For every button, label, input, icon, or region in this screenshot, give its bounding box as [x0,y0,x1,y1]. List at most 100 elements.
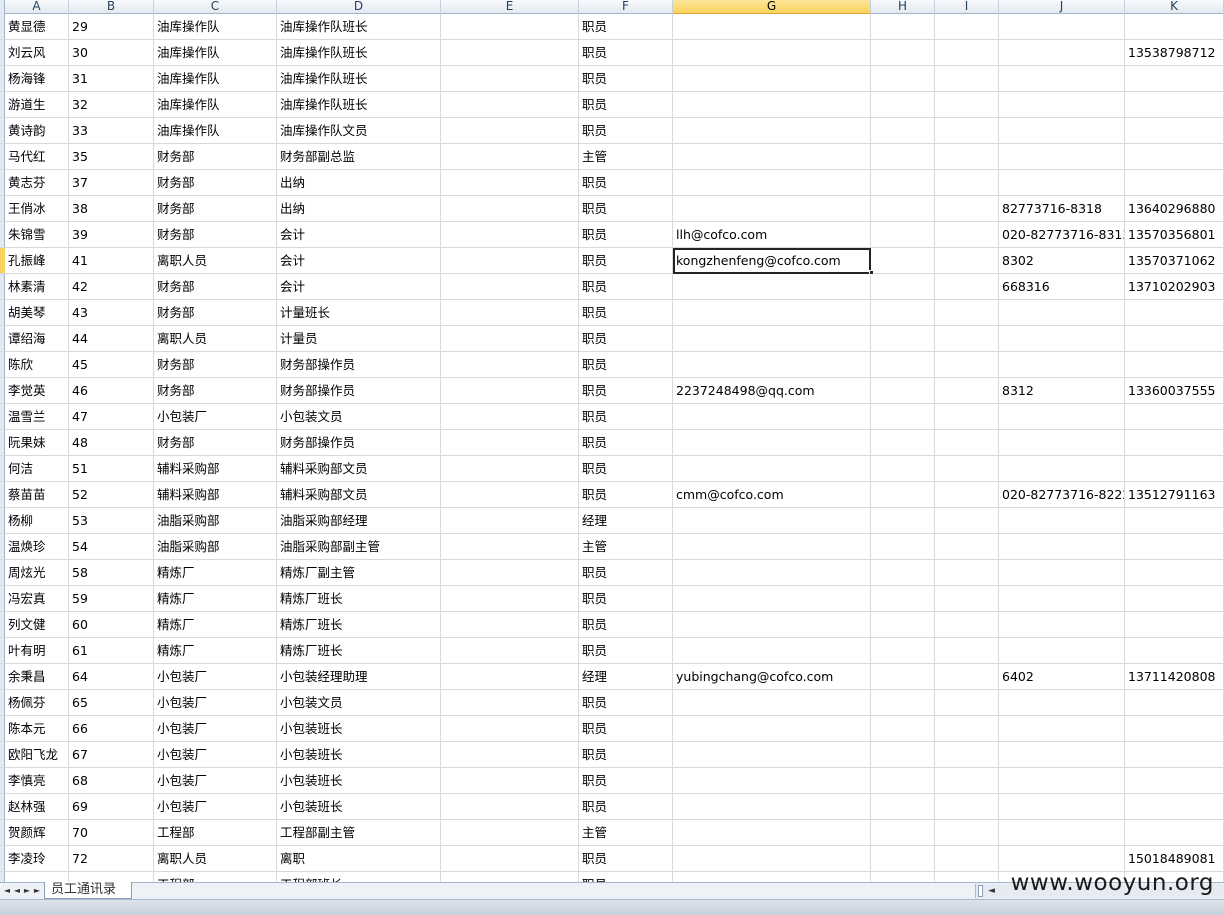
cell-a[interactable]: 杨海锋 [5,66,69,92]
cell-e[interactable] [441,352,579,378]
cell-k[interactable] [1125,326,1224,352]
cell-h[interactable] [871,586,935,612]
cell-h[interactable] [871,690,935,716]
cell-h[interactable] [871,118,935,144]
cell-b[interactable]: 67 [69,742,154,768]
cell-k[interactable] [1125,690,1224,716]
cell-g[interactable]: yubingchang@cofco.com [673,664,871,690]
cell-k[interactable] [1125,170,1224,196]
cell-e[interactable] [441,404,579,430]
cell-b[interactable]: 54 [69,534,154,560]
cell-i[interactable] [935,820,999,846]
cell-i[interactable] [935,872,999,882]
cell-g[interactable] [673,742,871,768]
cell-i[interactable] [935,586,999,612]
cell-a[interactable]: 马代红 [5,144,69,170]
cell-k[interactable] [1125,456,1224,482]
cell-e[interactable] [441,196,579,222]
cell-g[interactable] [673,794,871,820]
cell-d[interactable]: 工程部班长 [277,872,441,882]
cell-k[interactable] [1125,352,1224,378]
cell-b[interactable]: 30 [69,40,154,66]
cell-j[interactable] [999,534,1125,560]
cell-j[interactable]: 668316 [999,274,1125,300]
cell-b[interactable]: 44 [69,326,154,352]
cell-f[interactable]: 职员 [579,326,673,352]
cell-a[interactable]: 贺颜辉 [5,820,69,846]
cell-i[interactable] [935,716,999,742]
cell-i[interactable] [935,300,999,326]
cell-h[interactable] [871,560,935,586]
cell-i[interactable] [935,430,999,456]
cell-b[interactable]: 29 [69,14,154,40]
cell-j[interactable]: 020-82773716-8313 [999,222,1125,248]
cell-a[interactable]: 欧阳飞龙 [5,742,69,768]
cell-d[interactable]: 精炼厂副主管 [277,560,441,586]
cell-a[interactable]: 林素清 [5,274,69,300]
cell-f[interactable]: 职员 [579,92,673,118]
cell-h[interactable] [871,716,935,742]
column-header-i[interactable]: I [935,0,999,14]
cell-j[interactable] [999,300,1125,326]
cell-k[interactable]: 15018489081 [1125,846,1224,872]
cell-k[interactable] [1125,14,1224,40]
cell-b[interactable]: 68 [69,768,154,794]
cell-h[interactable] [871,534,935,560]
cell-d[interactable]: 财务部副总监 [277,144,441,170]
cell-f[interactable]: 主管 [579,820,673,846]
cell-c[interactable]: 小包装厂 [154,716,277,742]
cell-c[interactable]: 小包装厂 [154,742,277,768]
cell-j[interactable] [999,768,1125,794]
cell-c[interactable]: 财务部 [154,196,277,222]
selected-cell[interactable]: kongzhenfeng@cofco.com [673,248,871,274]
cell-f[interactable]: 职员 [579,794,673,820]
cell-e[interactable] [441,872,579,882]
cell-d[interactable]: 会计 [277,274,441,300]
cell-d[interactable]: 油库操作队班长 [277,66,441,92]
cell-i[interactable] [935,742,999,768]
cell-i[interactable] [935,248,999,274]
cell-j[interactable] [999,560,1125,586]
cell-f[interactable]: 职员 [579,768,673,794]
cell-f[interactable]: 职员 [579,378,673,404]
cell-c[interactable]: 离职人员 [154,846,277,872]
column-header-g[interactable]: G [673,0,871,14]
cell-j[interactable] [999,118,1125,144]
cell-f[interactable]: 职员 [579,482,673,508]
cell-i[interactable] [935,534,999,560]
spreadsheet-grid[interactable]: 黄显德 29 油库操作队 油库操作队班长 职员 刘云风 30 油库操作队 油库操作队班长 职员 13… [0,14,1224,882]
cell-g[interactable] [673,352,871,378]
last-sheet-nav-icon[interactable]: ► [32,884,42,898]
cell-k[interactable] [1125,716,1224,742]
cell-b[interactable]: 48 [69,430,154,456]
cell-g[interactable] [673,40,871,66]
cell-i[interactable] [935,66,999,92]
column-header-h[interactable]: H [871,0,935,14]
cell-c[interactable]: 油库操作队 [154,66,277,92]
cell-h[interactable] [871,378,935,404]
cell-k[interactable]: 13360037555 [1125,378,1224,404]
cell-e[interactable] [441,430,579,456]
cell-b[interactable]: 39 [69,222,154,248]
cell-c[interactable]: 精炼厂 [154,612,277,638]
cell-g[interactable] [673,872,871,882]
cell-j[interactable] [999,508,1125,534]
cell-c[interactable]: 财务部 [154,378,277,404]
cell-a[interactable]: 李觉英 [5,378,69,404]
cell-g[interactable] [673,560,871,586]
cell-d[interactable]: 油库操作队文员 [277,118,441,144]
cell-d[interactable]: 小包装班长 [277,742,441,768]
cell-d[interactable]: 工程部副主管 [277,820,441,846]
cell-i[interactable] [935,456,999,482]
cell-e[interactable] [441,794,579,820]
column-header-e[interactable]: E [441,0,579,14]
cell-b[interactable]: 64 [69,664,154,690]
cell-a[interactable]: 孔振峰 [5,248,69,274]
cell-b[interactable] [69,872,154,882]
cell-i[interactable] [935,40,999,66]
scroll-left-arrow-icon[interactable]: ◄ [988,884,995,898]
cell-c[interactable]: 工程部 [154,820,277,846]
cell-c[interactable]: 油库操作队 [154,118,277,144]
cell-h[interactable] [871,40,935,66]
cell-d[interactable]: 财务部操作员 [277,430,441,456]
